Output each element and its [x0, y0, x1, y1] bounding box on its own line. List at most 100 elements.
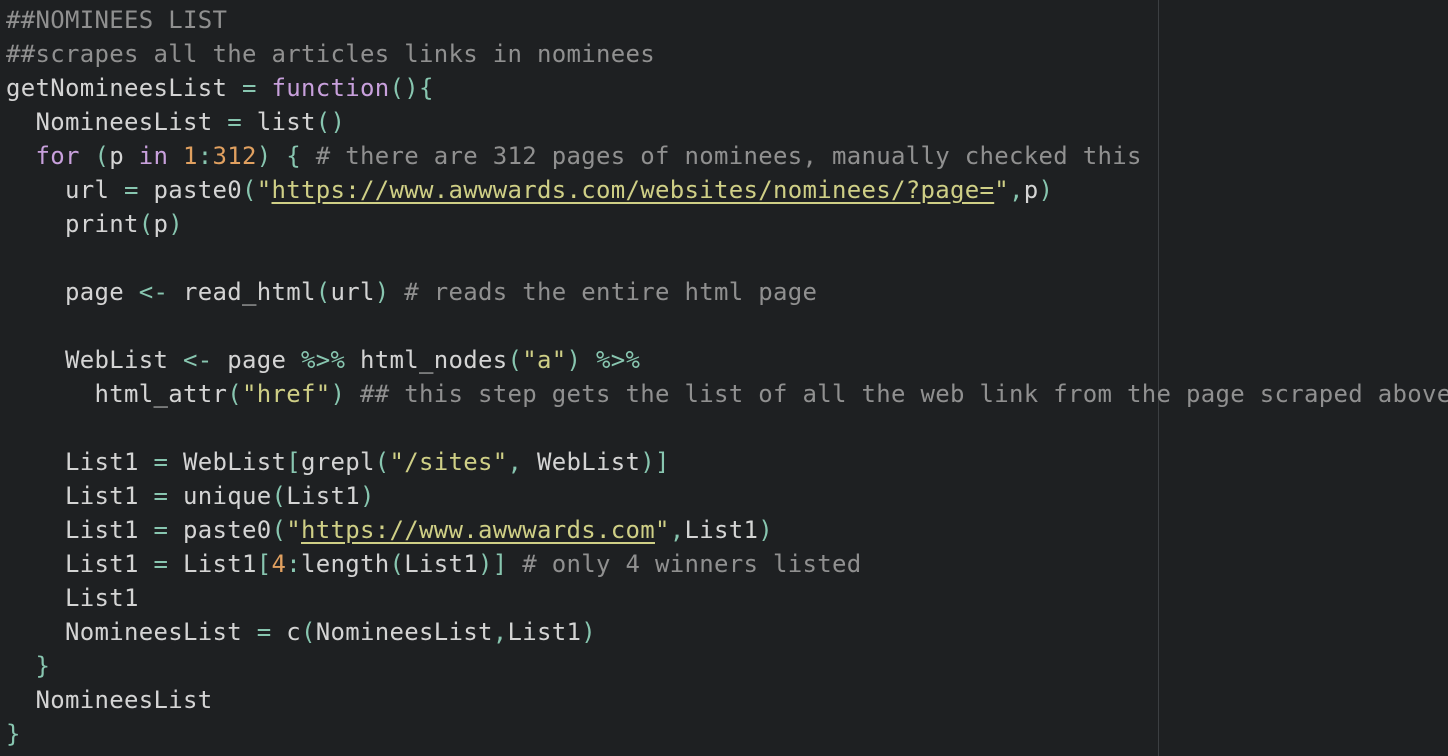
code-token-plain: read_html: [168, 278, 316, 306]
code-line[interactable]: NomineesList = c(NomineesList,List1): [6, 615, 1448, 649]
code-token-plain: List1: [404, 550, 478, 578]
code-token-op: ): [330, 380, 346, 408]
code-line[interactable]: WebList <- page %>% html_nodes("a") %>%: [6, 343, 1448, 377]
code-token-plain: p: [1023, 176, 1039, 204]
url-link[interactable]: https://www.awwwards.com: [301, 516, 655, 544]
code-token-comment: ##scrapes all the articles links in nomi…: [6, 40, 655, 68]
code-token-op: ,: [507, 448, 523, 476]
code-token-plain: paste0: [168, 516, 272, 544]
code-token-plain: url: [6, 176, 124, 204]
code-token-plain: NomineesList: [6, 618, 257, 646]
code-editor[interactable]: ##NOMINEES LIST ##scrapes all the article…: [0, 0, 1448, 756]
code-token-op: (: [271, 516, 287, 544]
code-token-string: ": [256, 176, 272, 204]
code-token-op: =: [227, 108, 242, 136]
code-token-plain: List1: [6, 448, 154, 476]
code-line[interactable]: List1 = unique(List1): [6, 479, 1448, 513]
code-token-plain: List1: [6, 482, 154, 510]
code-token-plain: page: [6, 278, 139, 306]
code-line[interactable]: [6, 411, 1448, 445]
code-line[interactable]: html_attr("href") ## this step gets the …: [6, 377, 1448, 411]
code-token-op: ): [758, 516, 773, 544]
code-token-number: 312: [212, 142, 257, 170]
code-token-plain: List1: [507, 618, 582, 646]
code-token-op: }: [6, 720, 21, 748]
code-token-op: =: [153, 550, 169, 578]
code-line[interactable]: getNomineesList = function(){: [6, 71, 1448, 105]
code-token-op: (: [227, 380, 242, 408]
code-token-op: ,: [1008, 176, 1024, 204]
code-token-plain: url: [330, 278, 375, 306]
code-token-plain: p: [153, 210, 169, 238]
code-token-op: (: [138, 210, 154, 238]
code-line[interactable]: ##NOMINEES LIST: [6, 3, 1448, 37]
code-line[interactable]: page <- read_html(url) # reads the entir…: [6, 275, 1448, 309]
url-link[interactable]: https://www.awwwards.com/websites/nomine…: [272, 176, 995, 204]
code-line[interactable]: print(p): [6, 207, 1448, 241]
code-token-op: <-: [183, 346, 213, 374]
code-line[interactable]: ##scrapes all the articles links in nomi…: [6, 37, 1448, 71]
code-token-op: =: [153, 516, 169, 544]
code-token-plain: c: [271, 618, 301, 646]
code-token-number: 4: [271, 550, 287, 578]
code-token-op: (: [315, 278, 331, 306]
code-token-string: "href": [242, 380, 331, 408]
code-line[interactable]: List1 = List1[4:length(List1)] # only 4 …: [6, 547, 1448, 581]
code-token-op: ): [168, 210, 183, 238]
code-token-op: ): [581, 618, 596, 646]
code-line[interactable]: url = paste0("https://www.awwwards.com/w…: [6, 173, 1448, 207]
code-token-op: [: [286, 448, 301, 476]
code-token-op: =: [124, 176, 139, 204]
code-token-op: ) {: [256, 142, 301, 170]
code-token-op: (: [242, 176, 257, 204]
code-token-plain: grepl: [301, 448, 375, 476]
code-line[interactable]: List1: [6, 581, 1448, 615]
code-token-op: :: [286, 550, 301, 578]
code-line[interactable]: List1 = WebList[grepl("/sites", WebList)…: [6, 445, 1448, 479]
code-token-op: (: [271, 482, 287, 510]
code-token-op: =: [256, 618, 272, 646]
code-line[interactable]: }: [6, 717, 1448, 751]
code-token-op: ): [360, 482, 375, 510]
code-line[interactable]: for (p in 1:312) { # there are 312 pages…: [6, 139, 1448, 173]
code-token-plain: WebList: [6, 346, 183, 374]
code-token-plain: List1: [6, 516, 154, 544]
code-token-string: "/sites": [389, 448, 508, 476]
code-token-op: }: [35, 652, 51, 680]
code-token-op: ,: [669, 516, 685, 544]
code-line[interactable]: }: [6, 649, 1448, 683]
code-token-plain: html_attr: [6, 380, 228, 408]
code-token-plain: list: [242, 108, 316, 136]
code-content[interactable]: ##NOMINEES LIST ##scrapes all the article…: [6, 3, 1448, 751]
code-token-string: ": [994, 176, 1009, 204]
code-line[interactable]: List1 = paste0("https://www.awwwards.com…: [6, 513, 1448, 547]
code-token-op: %>%: [301, 346, 346, 374]
code-token-plain: html_nodes: [345, 346, 508, 374]
code-token-op: (: [301, 618, 316, 646]
code-token-op: (){: [389, 74, 434, 102]
code-token-op: (): [315, 108, 346, 136]
code-token-plain: NomineesList: [6, 686, 213, 714]
code-token-plain: print: [6, 210, 139, 238]
code-token-comment: ## this step gets the list of all the we…: [360, 380, 1448, 408]
code-token-comment: # there are 312 pages of nominees, manua…: [315, 142, 1142, 170]
code-token-op: ): [1038, 176, 1054, 204]
code-line[interactable]: NomineesList: [6, 683, 1448, 717]
code-token-plain: List1: [6, 550, 154, 578]
code-token-keyword: function: [271, 74, 390, 102]
code-token-plain: length: [301, 550, 390, 578]
code-token-op: (: [94, 142, 110, 170]
code-line[interactable]: [6, 309, 1448, 343]
code-token-plain: unique: [168, 482, 272, 510]
code-line[interactable]: NomineesList = list(): [6, 105, 1448, 139]
code-token-plain: NomineesList: [315, 618, 493, 646]
code-line[interactable]: [6, 241, 1448, 275]
code-token-op: %>%: [596, 346, 641, 374]
